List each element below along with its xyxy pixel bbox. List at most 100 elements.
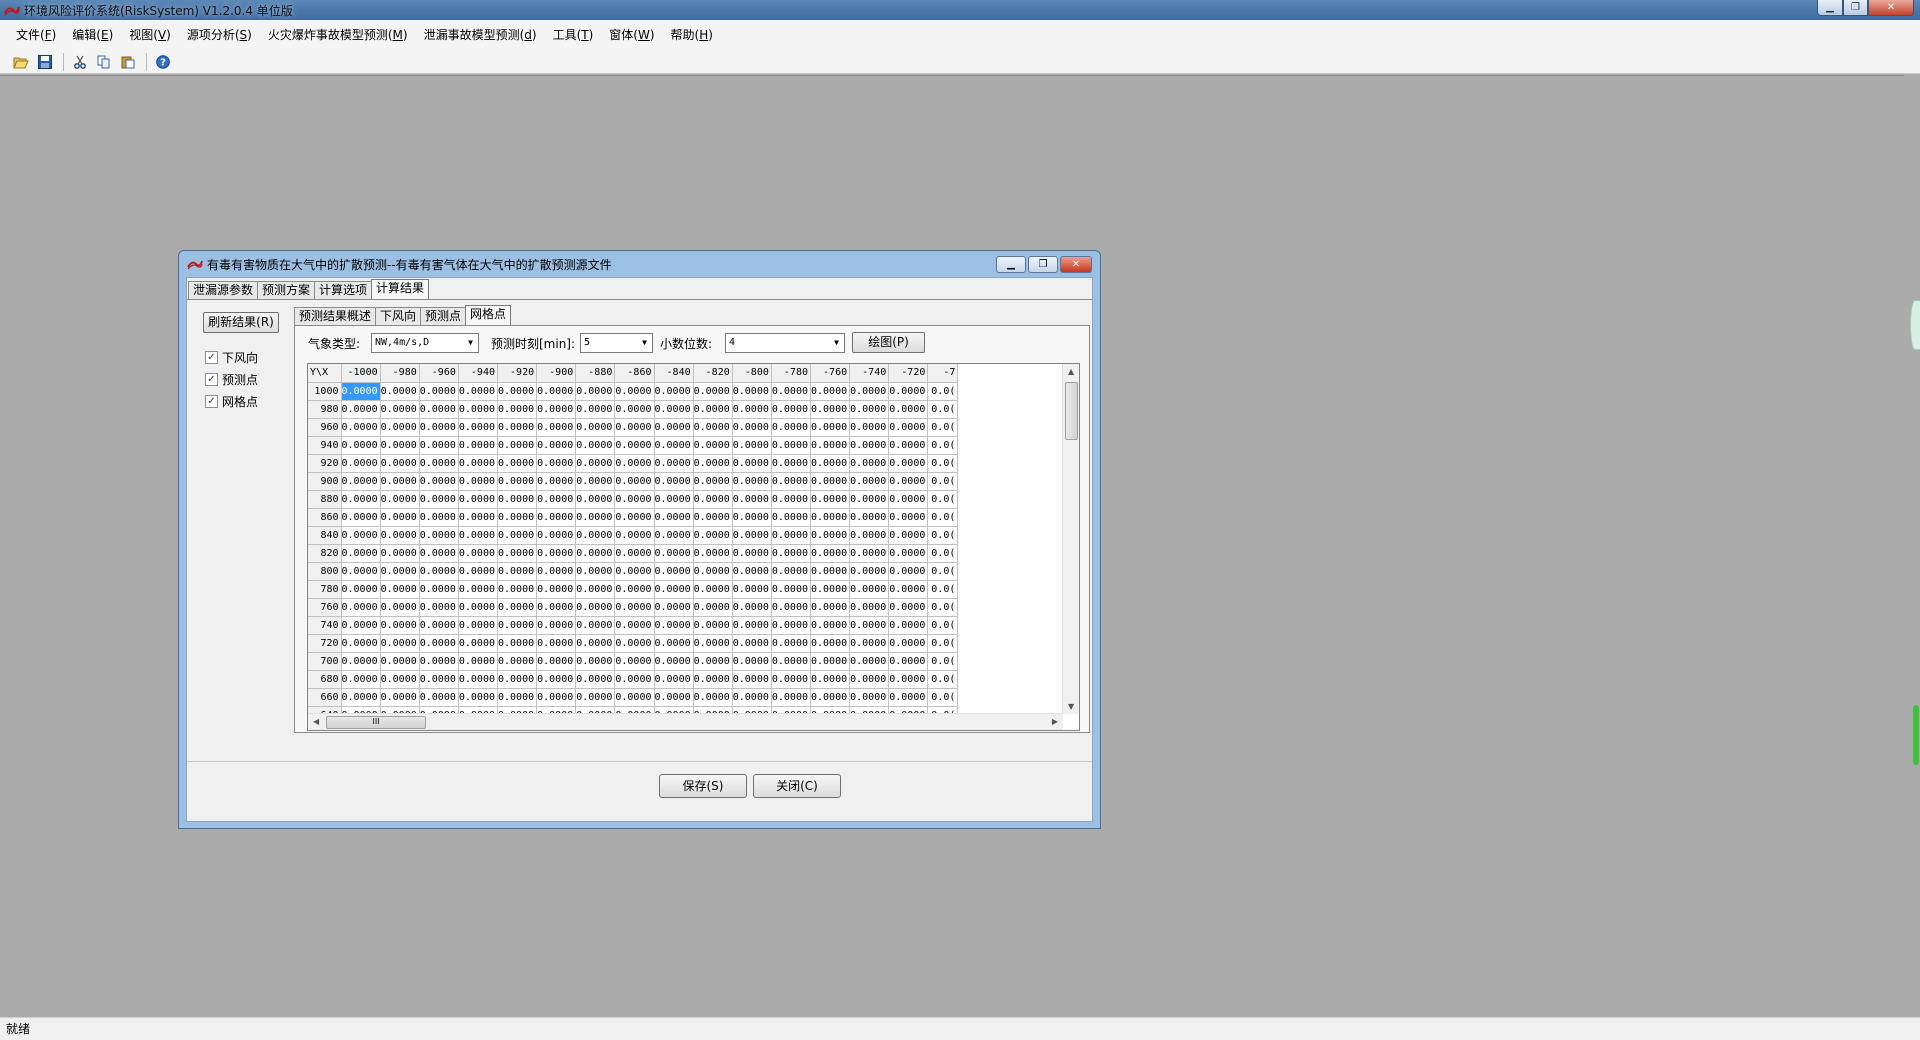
chevron-down-icon[interactable]: ▼ (463, 334, 478, 352)
grid-cell[interactable]: 0.0000 (536, 688, 577, 707)
grid-cell[interactable]: 0.0( (927, 508, 959, 527)
grid-cell[interactable]: 0.0000 (732, 418, 772, 437)
grid-cell[interactable]: 0.0000 (458, 688, 499, 707)
grid-cell[interactable]: 0.0( (927, 454, 959, 473)
grid-cell[interactable]: 0.0000 (380, 472, 420, 491)
grid-cell[interactable]: 0.0000 (888, 526, 929, 545)
scroll-up-icon[interactable]: ▲ (1068, 367, 1074, 376)
grid-cell[interactable]: 0.0( (927, 382, 959, 401)
menu-item[interactable]: 火灾爆炸事故模型预测(M) (260, 20, 416, 50)
grid-cell[interactable]: 0.0000 (614, 490, 655, 509)
grid-cell[interactable]: 0.0000 (497, 472, 538, 491)
refresh-results-button[interactable]: 刷新结果(R) (203, 312, 279, 333)
grid-cell[interactable]: 0.0000 (458, 508, 499, 527)
grid-cell[interactable]: 0.0000 (693, 490, 733, 509)
grid-cell[interactable]: 0.0000 (888, 436, 929, 455)
grid-cell[interactable]: 0.0000 (654, 652, 694, 671)
grid-cell[interactable]: 0.0000 (693, 526, 733, 545)
grid-cell[interactable]: 0.0000 (614, 418, 655, 437)
grid-cell[interactable]: 0.0000 (575, 598, 616, 617)
grid-cell[interactable]: 0.0000 (575, 580, 616, 599)
grid-cell[interactable]: 0.0000 (419, 544, 459, 563)
grid-cell[interactable]: 0.0( (927, 634, 959, 653)
grid-cell[interactable]: 0.0000 (771, 508, 812, 527)
grid-cell[interactable]: 0.0000 (810, 436, 851, 455)
grid-cell[interactable]: 0.0000 (849, 580, 890, 599)
grid-cell[interactable]: 0.0000 (575, 652, 616, 671)
scroll-left-icon[interactable]: ◀ (313, 717, 319, 726)
grid-cell[interactable]: 0.0000 (458, 454, 499, 473)
grid-cell[interactable]: 0.0000 (654, 490, 694, 509)
grid-cell[interactable]: 0.0( (927, 598, 959, 617)
grid-cell[interactable]: 0.0000 (536, 400, 577, 419)
grid-cell[interactable]: 0.0000 (693, 562, 733, 581)
grid-cell[interactable]: 0.0000 (614, 688, 655, 707)
grid-cell[interactable]: 0.0000 (614, 454, 655, 473)
inner-tab[interactable]: 下风向 (375, 307, 422, 325)
grid-cell[interactable]: 0.0000 (536, 526, 577, 545)
grid-cell[interactable]: 0.0000 (341, 382, 381, 401)
menu-item[interactable]: 窗体(W) (601, 20, 662, 50)
grid-cell[interactable]: 0.0000 (614, 562, 655, 581)
help-icon[interactable]: ? (152, 51, 174, 73)
paste-icon[interactable] (117, 51, 139, 73)
grid-cell[interactable]: 0.0000 (380, 400, 420, 419)
grid-cell[interactable]: 0.0000 (693, 616, 733, 635)
grid-cell[interactable]: 0.0000 (575, 544, 616, 563)
copy-icon[interactable] (93, 51, 115, 73)
grid-cell[interactable]: 0.0000 (575, 670, 616, 689)
grid-cell[interactable]: 0.0( (927, 436, 959, 455)
grid-cell[interactable]: 0.0000 (693, 544, 733, 563)
grid-cell[interactable]: 0.0000 (654, 562, 694, 581)
grid-cell[interactable]: 0.0000 (732, 382, 772, 401)
grid-cell[interactable]: 0.0000 (614, 634, 655, 653)
grid-cell[interactable]: 0.0000 (536, 490, 577, 509)
grid-cell[interactable]: 0.0000 (536, 652, 577, 671)
grid-cell[interactable]: 0.0000 (341, 490, 381, 509)
grid-cell[interactable]: 0.0000 (888, 652, 929, 671)
grid-cell[interactable]: 0.0000 (849, 472, 890, 491)
grid-cell[interactable]: 0.0000 (575, 490, 616, 509)
grid-cell[interactable]: 0.0000 (810, 688, 851, 707)
grid-cell[interactable]: 0.0000 (497, 598, 538, 617)
grid-cell[interactable]: 0.0000 (614, 580, 655, 599)
grid-cell[interactable]: 0.0000 (341, 436, 381, 455)
grid-cell[interactable]: 0.0000 (614, 382, 655, 401)
grid-cell[interactable]: 0.0000 (732, 652, 772, 671)
grid-cell[interactable]: 0.0000 (849, 598, 890, 617)
inner-tab[interactable]: 预测结果概述 (294, 307, 377, 325)
grid-cell[interactable]: 0.0000 (419, 436, 459, 455)
grid-cell[interactable]: 0.0000 (419, 490, 459, 509)
grid-cell[interactable]: 0.0000 (380, 598, 420, 617)
grid-cell[interactable]: 0.0000 (380, 508, 420, 527)
grid-cell[interactable]: 0.0000 (654, 670, 694, 689)
grid-cell[interactable]: 0.0000 (497, 652, 538, 671)
grid-cell[interactable]: 0.0000 (888, 562, 929, 581)
scroll-indicator[interactable] (1913, 705, 1919, 765)
grid-cell[interactable]: 0.0000 (419, 418, 459, 437)
grid-cell[interactable]: 0.0000 (693, 670, 733, 689)
grid-cell[interactable]: 0.0( (927, 490, 959, 509)
grid-cell[interactable]: 0.0000 (771, 598, 812, 617)
grid-cell[interactable]: 0.0000 (614, 598, 655, 617)
grid-cell[interactable]: 0.0000 (341, 472, 381, 491)
grid-cell[interactable]: 0.0000 (654, 598, 694, 617)
grid-cell[interactable]: 0.0000 (497, 580, 538, 599)
grid-cell[interactable]: 0.0000 (771, 526, 812, 545)
grid-cell[interactable]: 0.0000 (497, 688, 538, 707)
grid-cell[interactable]: 0.0000 (888, 670, 929, 689)
grid-cell[interactable]: 0.0000 (458, 544, 499, 563)
grid-cell[interactable]: 0.0000 (654, 382, 694, 401)
grid-cell[interactable]: 0.0000 (654, 436, 694, 455)
grid-cell[interactable]: 0.0000 (497, 490, 538, 509)
grid-cell[interactable]: 0.0000 (849, 382, 890, 401)
menu-item[interactable]: 工具(T) (545, 20, 602, 50)
vertical-scroll-thumb[interactable] (1065, 382, 1078, 440)
inner-tab[interactable]: 预测点 (420, 307, 467, 325)
grid-cell[interactable]: 0.0000 (732, 490, 772, 509)
grid-cell[interactable]: 0.0000 (771, 670, 812, 689)
grid-cell[interactable]: 0.0000 (380, 544, 420, 563)
scroll-down-icon[interactable]: ▼ (1068, 702, 1074, 711)
menu-item[interactable]: 泄漏事故模型预测(d) (416, 20, 545, 50)
grid-cell[interactable]: 0.0000 (849, 670, 890, 689)
